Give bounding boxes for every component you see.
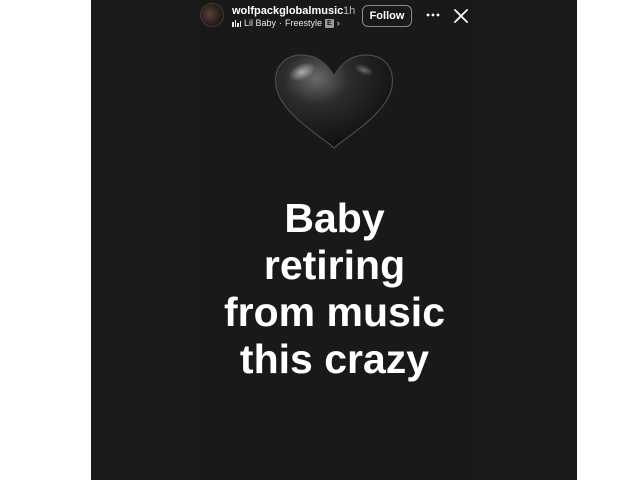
black-heart-icon xyxy=(272,52,396,152)
chevron-right-icon: › xyxy=(336,18,340,28)
music-track: Freestyle xyxy=(285,18,323,28)
caption-line: from music xyxy=(224,289,445,335)
close-icon[interactable] xyxy=(454,9,468,23)
music-separator: · xyxy=(279,18,283,28)
post-time: 1h xyxy=(343,5,356,17)
follow-button[interactable]: Follow xyxy=(362,5,412,27)
music-attribution[interactable]: Lil Baby · Freestyle E › xyxy=(232,18,340,28)
avatar[interactable] xyxy=(200,3,224,27)
caption-line: Baby xyxy=(284,195,385,241)
story-caption: Baby retiring from music this crazy xyxy=(193,195,476,383)
music-artist: Lil Baby xyxy=(244,18,277,28)
more-horizontal-icon[interactable] xyxy=(426,8,440,22)
story-header: wolfpackglobalmusic 1h Lil Baby · Freest… xyxy=(198,0,476,34)
music-bars-icon xyxy=(232,19,241,27)
explicit-badge: E xyxy=(325,18,334,28)
caption-line: this crazy xyxy=(239,336,430,382)
username[interactable]: wolfpackglobalmusic xyxy=(232,5,343,17)
caption-line: retiring xyxy=(263,242,406,288)
